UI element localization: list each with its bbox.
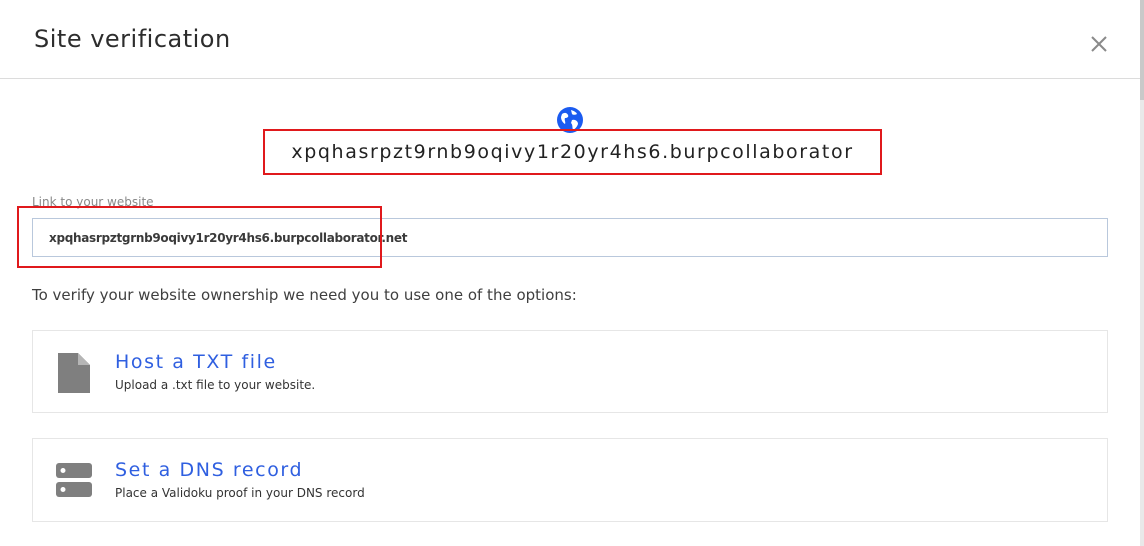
option-description: Upload a .txt file to your website. [115,378,316,392]
scrollbar[interactable] [1140,0,1144,546]
host-txt-file-option[interactable]: Host a TXT file Upload a .txt file to yo… [32,330,1108,413]
option-description: Place a Validoku proof in your DNS recor… [115,486,365,500]
site-verification-dialog: Site verification xpqhasrpzt9rnb9oqivy1r… [0,0,1144,546]
close-icon[interactable] [1089,34,1109,54]
set-dns-record-option[interactable]: Set a DNS record Place a Validoku proof … [32,438,1108,522]
scrollbar-thumb[interactable] [1140,0,1144,100]
file-icon [58,353,90,393]
option-title: Set a DNS record [115,459,304,481]
dialog-header: Site verification [0,0,1140,79]
site-domain: xpqhasrpzt9rnb9oqivy1r20yr4hs6.burpcolla… [291,141,854,163]
instructions-text: To verify your website ownership we need… [32,286,577,304]
website-link-label: Link to your website [32,195,154,209]
domain-highlight-box: xpqhasrpzt9rnb9oqivy1r20yr4hs6.burpcolla… [263,129,882,175]
website-link-input[interactable] [32,218,1108,257]
dialog-title: Site verification [34,25,231,53]
option-title: Host a TXT file [115,351,277,373]
server-icon [56,463,92,497]
